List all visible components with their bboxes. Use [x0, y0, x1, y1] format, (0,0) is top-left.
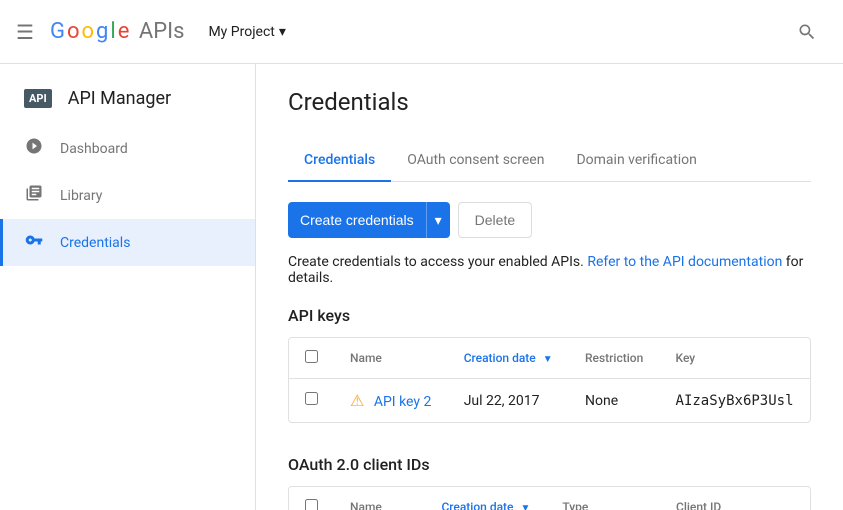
tabs-bar: Credentials OAuth consent screen Domain … — [288, 140, 811, 182]
sidebar-title: API Manager — [68, 88, 171, 109]
logo-o1: o — [67, 19, 80, 44]
dashboard-label: Dashboard — [60, 141, 128, 157]
api-key-1-checkbox-cell — [289, 379, 334, 423]
sidebar-item-credentials[interactable]: Credentials — [0, 219, 255, 266]
dropdown-arrow-icon[interactable]: ▾ — [426, 202, 450, 238]
menu-icon[interactable]: ☰ — [16, 20, 34, 44]
project-selector[interactable]: My Project ▾ — [200, 20, 293, 44]
tab-domain-verification[interactable]: Domain verification — [560, 140, 712, 182]
credentials-label: Credentials — [60, 235, 130, 251]
api-key-1-name[interactable]: API key 2 — [374, 394, 432, 410]
delete-button[interactable]: Delete — [458, 202, 532, 238]
sidebar-item-dashboard[interactable]: Dashboard — [0, 125, 255, 172]
info-text-prefix: Create credentials to access your enable… — [288, 254, 584, 270]
page-title: Credentials — [288, 88, 811, 116]
dashboard-icon — [24, 137, 44, 160]
api-key-1-name-cell: ⚠ API key 2 — [334, 379, 448, 423]
sort-arrow-icon: ▼ — [543, 354, 553, 365]
api-keys-col-restriction: Restriction — [569, 338, 660, 379]
oauth-col-type: Type — [546, 487, 660, 510]
search-icon — [797, 22, 817, 42]
api-keys-header-row: Name Creation date ▼ Restriction Key — [289, 338, 810, 379]
logo-o2: o — [81, 19, 94, 44]
oauth-header-row: Name Creation date ▼ Type Client ID — [289, 487, 810, 510]
api-keys-table: Name Creation date ▼ Restriction Key — [289, 338, 810, 422]
logo-g: G — [50, 19, 65, 44]
logo-apis: APIs — [133, 19, 184, 44]
api-keys-col-name: Name — [334, 338, 448, 379]
main-content: Credentials Credentials OAuth consent sc… — [256, 64, 843, 510]
logo-e: e — [118, 19, 130, 44]
oauth-select-all-cell — [289, 487, 334, 510]
api-key-1-key: AIzaSyBx6P3Usl — [660, 379, 810, 423]
create-credentials-label: Create credentials — [288, 212, 426, 228]
create-credentials-button[interactable]: Create credentials ▾ — [288, 202, 450, 238]
project-name: My Project — [208, 24, 274, 40]
oauth-select-all-checkbox[interactable] — [305, 499, 318, 510]
sidebar: API API Manager Dashboard Library — [0, 64, 256, 510]
oauth-section-title: OAuth 2.0 client IDs — [288, 455, 811, 474]
oauth-table: Name Creation date ▼ Type Client ID Chil… — [289, 487, 810, 510]
logo-g2: g — [96, 19, 108, 44]
api-keys-section-title: API keys — [288, 306, 811, 325]
tab-oauth-consent[interactable]: OAuth consent screen — [391, 140, 560, 182]
sort-arrow-icon-2: ▼ — [520, 503, 530, 510]
api-keys-col-key: Key — [660, 338, 810, 379]
info-text: Create credentials to access your enable… — [288, 254, 811, 286]
header: ☰ Google APIs My Project ▾ — [0, 0, 843, 64]
chevron-down-icon: ▾ — [279, 24, 286, 40]
library-label: Library — [60, 188, 102, 204]
oauth-col-name: Name — [334, 487, 425, 510]
sidebar-header: API API Manager — [0, 72, 255, 125]
oauth-col-client-id: Client ID — [660, 487, 810, 510]
table-row: ⚠ API key 2 Jul 22, 2017 None AIzaSyBx6P… — [289, 379, 810, 423]
search-button[interactable] — [787, 12, 827, 52]
library-icon — [24, 184, 44, 207]
api-doc-link[interactable]: Refer to the API documentation — [587, 254, 782, 270]
google-logo: Google APIs — [50, 19, 185, 44]
api-keys-table-container: Name Creation date ▼ Restriction Key — [288, 337, 811, 423]
toolbar: Create credentials ▾ Delete — [288, 202, 811, 238]
api-key-1-restriction: None — [569, 379, 660, 423]
api-key-1-checkbox[interactable] — [305, 392, 318, 405]
api-keys-select-all-cell — [289, 338, 334, 379]
credentials-icon — [24, 231, 44, 254]
sidebar-item-library[interactable]: Library — [0, 172, 255, 219]
tab-credentials[interactable]: Credentials — [288, 140, 391, 182]
oauth-col-creation-date[interactable]: Creation date ▼ — [425, 487, 546, 510]
api-key-1-date: Jul 22, 2017 — [448, 379, 569, 423]
api-icon: API — [24, 89, 52, 108]
app-layout: API API Manager Dashboard Library — [0, 64, 843, 510]
warning-icon: ⚠ — [350, 391, 364, 410]
api-keys-select-all-checkbox[interactable] — [305, 350, 318, 363]
logo-l: l — [110, 19, 115, 44]
api-keys-col-creation-date[interactable]: Creation date ▼ — [448, 338, 569, 379]
oauth-table-container: Name Creation date ▼ Type Client ID Chil… — [288, 486, 811, 510]
